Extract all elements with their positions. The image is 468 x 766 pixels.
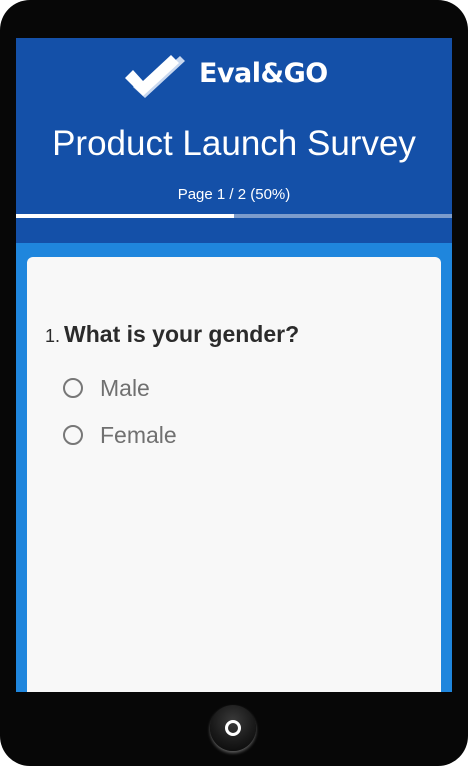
home-button[interactable]	[210, 705, 256, 751]
progress-bar	[16, 214, 452, 218]
radio-button-female[interactable]	[63, 425, 83, 445]
tablet-device-frame: Eval&GO Product Launch Survey Page 1 / 2…	[0, 0, 468, 766]
page-indicator: Page 1 / 2 (50%)	[177, 186, 291, 203]
radio-button-male[interactable]	[63, 378, 83, 398]
option-label-male: Male	[100, 375, 150, 401]
checkmark-icon	[125, 55, 185, 98]
question-1: 1. What is your gender?	[45, 321, 299, 348]
question-card: 1. What is your gender? Male Female	[27, 257, 441, 692]
home-ring-icon	[225, 720, 241, 736]
brand-name: Eval&GO	[199, 58, 328, 89]
brand-logo: Eval&GO	[123, 52, 345, 102]
device-screen: Eval&GO Product Launch Survey Page 1 / 2…	[16, 38, 452, 692]
question-number: 1.	[45, 326, 61, 346]
survey-header: Eval&GO Product Launch Survey Page 1 / 2…	[16, 38, 452, 243]
survey-title: Product Launch Survey	[52, 124, 416, 163]
progress-bar-fill	[16, 214, 234, 218]
option-label-female: Female	[100, 422, 177, 448]
question-text: What is your gender?	[64, 321, 300, 347]
